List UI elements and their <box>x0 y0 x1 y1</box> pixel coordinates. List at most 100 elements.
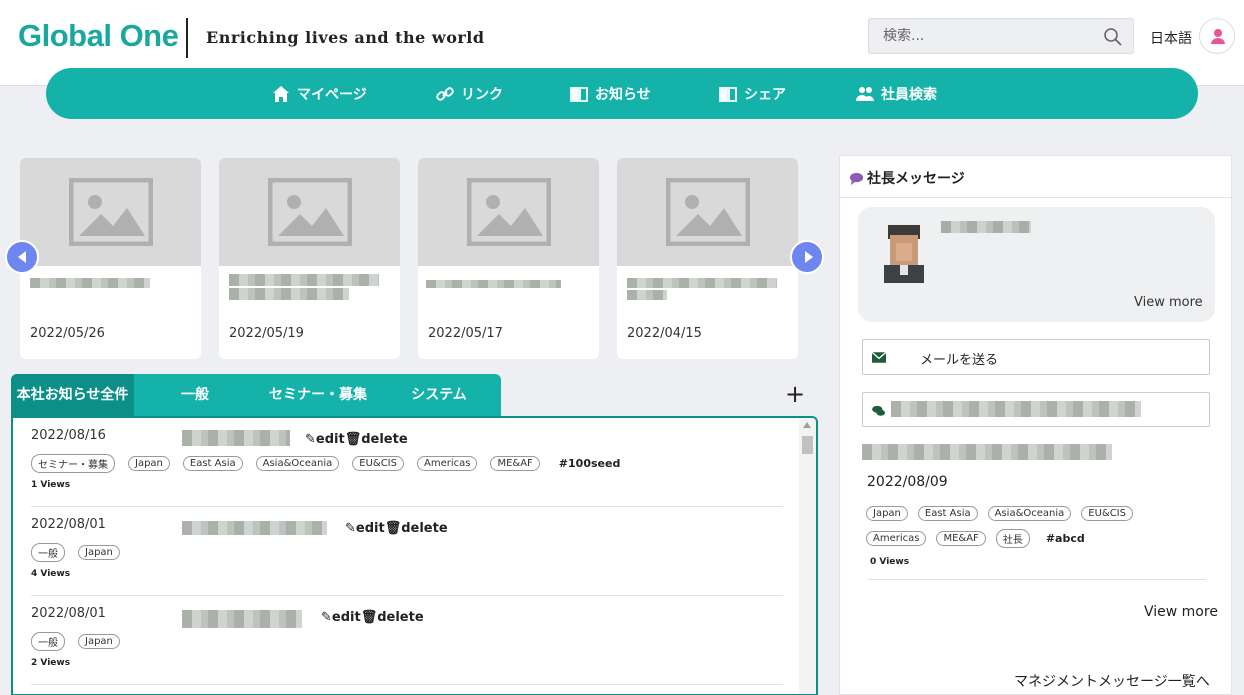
edit-icon[interactable]: ✎ <box>305 432 316 447</box>
search-icon[interactable] <box>1103 27 1123 47</box>
president-photo <box>880 221 928 283</box>
chat-bubble-icon <box>849 172 864 186</box>
scroll-thumb[interactable] <box>802 436 813 454</box>
news-actions: ✎edit🗑delete <box>305 432 408 447</box>
tag[interactable]: ME&AF <box>490 456 540 471</box>
book-icon <box>570 86 588 102</box>
edit-link[interactable]: edit <box>332 610 361 625</box>
nav-item-mypage[interactable]: マイページ <box>271 68 367 119</box>
image-placeholder <box>219 158 400 266</box>
tag[interactable]: 社長 <box>995 529 1030 548</box>
nav-label: シェア <box>744 86 786 103</box>
hashtag[interactable]: #100seed <box>559 457 621 470</box>
tab-all-news[interactable]: 本社お知らせ全件 <box>11 374 134 416</box>
nav-item-share[interactable]: シェア <box>718 68 786 119</box>
avatar[interactable] <box>1199 18 1235 54</box>
tag[interactable]: East Asia <box>917 506 978 521</box>
tag[interactable]: 一般 <box>31 543 65 562</box>
trash-icon[interactable]: 🗑 <box>345 432 362 447</box>
tag-row: 一般 Japan <box>31 543 120 562</box>
carousel-prev-button[interactable] <box>5 240 39 274</box>
tag[interactable]: East Asia <box>182 456 243 471</box>
name-redacted <box>941 221 1031 233</box>
view-more-link[interactable]: View more <box>1134 295 1203 310</box>
tag[interactable]: Japan <box>128 456 170 471</box>
trash-icon[interactable]: 🗑 <box>361 610 378 625</box>
list-item[interactable]: 2022/08/01 ✎edit🗑delete 一般 Japan 2 Views <box>31 596 783 685</box>
edit-link[interactable]: edit <box>356 521 385 536</box>
tag[interactable]: Japan <box>78 545 120 560</box>
language-selector[interactable]: 日本語 <box>1150 28 1192 48</box>
send-mail-button[interactable]: メールを送る <box>862 339 1210 375</box>
view-more-link[interactable]: View more <box>1144 604 1218 620</box>
card-date: 2022/05/26 <box>30 326 105 341</box>
message-date: 2022/08/09 <box>867 474 948 490</box>
add-button[interactable]: + <box>784 380 806 408</box>
link-icon <box>436 86 454 101</box>
users-icon <box>856 86 874 101</box>
tag[interactable]: ME&AF <box>936 531 986 546</box>
delete-link[interactable]: delete <box>361 432 407 447</box>
news-actions: ✎edit🗑delete <box>345 521 448 536</box>
list-item[interactable]: 2022/08/01 ✎edit🗑delete 一般 Japan 4 Views <box>31 507 783 596</box>
card-date: 2022/05/17 <box>428 326 503 341</box>
president-message-card[interactable]: View more <box>858 207 1215 322</box>
label-redacted <box>891 401 1141 417</box>
view-count: 0 Views <box>870 557 910 567</box>
tag[interactable]: 一般 <box>31 632 65 651</box>
management-messages-link[interactable]: マネジメントメッセージ一覧へ <box>1014 671 1210 691</box>
title-redacted <box>182 521 327 535</box>
title-redacted <box>182 610 302 628</box>
edit-link[interactable]: edit <box>316 432 345 447</box>
title-redacted <box>426 280 561 288</box>
nav-item-employee-search[interactable]: 社員検索 <box>855 68 937 119</box>
tag[interactable]: Americas <box>416 456 478 471</box>
tab-general[interactable]: 一般 <box>165 374 225 416</box>
nav-label: リンク <box>461 86 503 103</box>
home-icon <box>273 85 289 102</box>
delete-link[interactable]: delete <box>401 521 447 536</box>
logo[interactable]: Global One <box>18 18 179 54</box>
tag[interactable]: Asia&Oceania <box>255 456 340 471</box>
carousel-next-button[interactable] <box>790 240 824 274</box>
user-icon <box>1211 29 1225 44</box>
scroll-up-arrow[interactable] <box>803 422 811 428</box>
trash-icon[interactable]: 🗑 <box>385 521 402 536</box>
list-item[interactable]: 2022/08/16 ✎edit🗑delete セミナー・募集 Japan Ea… <box>31 418 783 507</box>
edit-icon[interactable]: ✎ <box>321 610 332 625</box>
image-icon <box>69 178 153 246</box>
nav-item-news[interactable]: お知らせ <box>569 68 651 119</box>
chevron-left-icon <box>18 251 26 263</box>
tag[interactable]: セミナー・募集 <box>31 454 115 473</box>
edit-icon[interactable]: ✎ <box>345 521 356 536</box>
search-input[interactable] <box>869 19 1099 53</box>
tag[interactable]: EU&CIS <box>1081 506 1133 521</box>
carousel-card[interactable]: 2022/05/17 <box>418 158 599 359</box>
carousel-card[interactable]: 2022/04/15 <box>617 158 798 359</box>
send-mail-label: メールを送る <box>920 353 999 368</box>
tag[interactable]: Japan <box>866 506 908 521</box>
carousel-card[interactable]: 2022/05/19 <box>219 158 400 359</box>
carousel-card[interactable]: 2022/05/26 <box>20 158 201 359</box>
tag[interactable]: Asia&Oceania <box>987 506 1072 521</box>
tag[interactable]: Americas <box>866 531 927 546</box>
search-box <box>868 18 1134 54</box>
tab-seminar[interactable]: セミナー・募集 <box>263 374 373 416</box>
tag-row: セミナー・募集 Japan East Asia Asia&Oceania EU&… <box>31 454 620 473</box>
tag[interactable]: Japan <box>78 634 120 649</box>
card-date: 2022/04/15 <box>627 326 702 341</box>
tag[interactable]: EU&CIS <box>352 456 404 471</box>
news-date: 2022/08/01 <box>31 606 106 621</box>
nav-label: お知らせ <box>595 86 651 103</box>
tab-system[interactable]: システム <box>404 374 474 416</box>
logo-divider <box>186 18 188 58</box>
chat-button[interactable] <box>862 392 1210 427</box>
hashtag[interactable]: #abcd <box>1046 532 1085 545</box>
delete-link[interactable]: delete <box>377 610 423 625</box>
president-message-panel: 社長メッセージ View more メールを送る 2022/08/09 Japa… <box>839 155 1233 695</box>
tag-row: 一般 Japan <box>31 632 120 651</box>
nav-item-links[interactable]: リンク <box>435 68 503 119</box>
news-list: 2022/08/16 ✎edit🗑delete セミナー・募集 Japan Ea… <box>11 416 818 695</box>
scrollbar[interactable] <box>799 418 816 694</box>
image-icon <box>467 178 551 246</box>
